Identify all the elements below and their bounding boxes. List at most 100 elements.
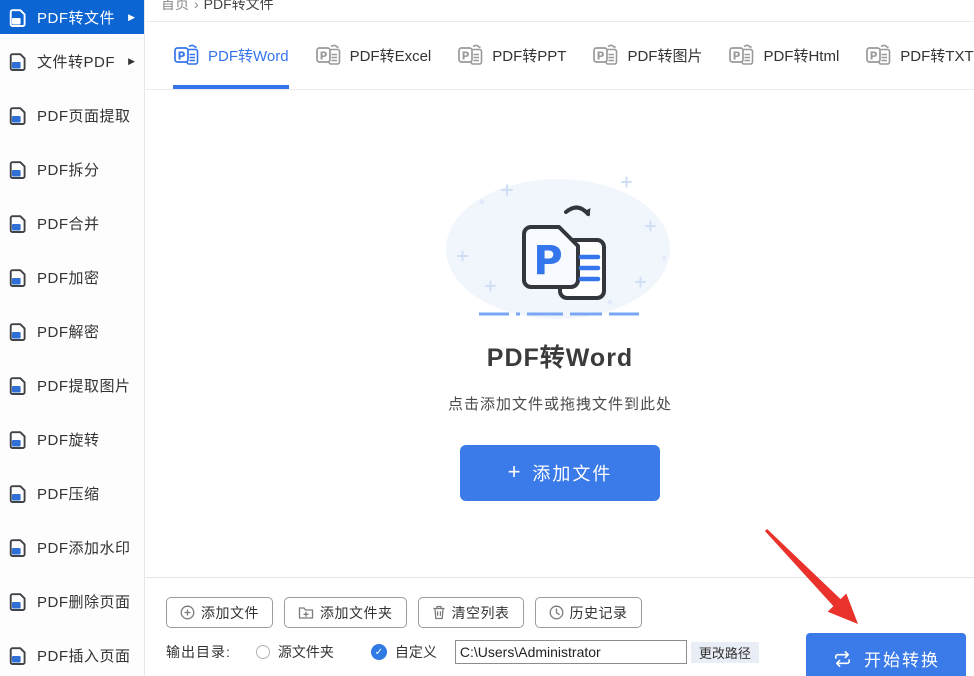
change-path-button[interactable]: 更改路径 bbox=[691, 642, 759, 663]
file-drop-zone[interactable]: P PDF转Word 点击添加文件或拖拽文件到此处 + 添加文件 bbox=[146, 90, 974, 578]
sidebar-item-label: 文件转PDF bbox=[37, 51, 115, 72]
sidebar-item-pdf-encrypt[interactable]: PDF加密 bbox=[0, 250, 144, 304]
output-dir-label: 输出目录: bbox=[166, 642, 231, 662]
sidebar-item-label: PDF加密 bbox=[37, 267, 100, 288]
sidebar-item-pdf-to-file[interactable]: PDF转文件 ▶ bbox=[0, 0, 144, 34]
tab-bar: PPDF转Word PPDF转Excel PPDF转PPT PPDF转图片 PP… bbox=[146, 22, 974, 90]
sidebar-item-pdf-decrypt[interactable]: PDF解密 bbox=[0, 304, 144, 358]
sidebar-item-pdf-insert-pages[interactable]: PDF插入页面 bbox=[0, 628, 144, 676]
radio-custom-path-label: 自定义 bbox=[395, 642, 437, 662]
pdf-delete-pages-icon bbox=[8, 591, 29, 612]
pdf-to-ppt-icon: P bbox=[457, 43, 485, 68]
radio-source-folder-label: 源文件夹 bbox=[278, 642, 334, 662]
file-toolbar: 添加文件 添加文件夹 清空列表历史记录 bbox=[166, 597, 974, 628]
add-folder-button[interactable]: 添加文件夹 bbox=[284, 597, 407, 628]
pdf-to-image-icon: P bbox=[592, 43, 620, 68]
circle-plus-icon bbox=[180, 605, 195, 620]
tab-pdf-to-image[interactable]: P PDF转图片 bbox=[592, 22, 702, 89]
pdf-encrypt-icon bbox=[8, 267, 29, 288]
sidebar-item-label: PDF旋转 bbox=[37, 429, 100, 450]
page-title: PDF转Word bbox=[487, 338, 633, 374]
breadcrumb-separator-icon: › bbox=[194, 0, 199, 12]
output-path-input[interactable] bbox=[455, 640, 687, 664]
sidebar-item-label: PDF拆分 bbox=[37, 159, 100, 180]
tab-pdf-to-html[interactable]: P PDF转Html bbox=[728, 22, 839, 89]
dashed-divider bbox=[479, 312, 641, 316]
tab-label: PDF转Word bbox=[208, 45, 289, 66]
sidebar-item-pdf-rotate[interactable]: PDF旋转 bbox=[0, 412, 144, 466]
file-to-pdf-icon bbox=[8, 51, 29, 72]
tab-label: PDF转TXT bbox=[900, 45, 973, 66]
radio-unchecked-icon bbox=[256, 645, 270, 659]
tab-pdf-to-word[interactable]: P PDF转Word bbox=[173, 22, 289, 89]
pdf-watermark-icon bbox=[8, 537, 29, 558]
sidebar-item-label: PDF合并 bbox=[37, 213, 100, 234]
tool-button-label: 添加文件夹 bbox=[320, 603, 393, 623]
sidebar-item-label: PDF提取图片 bbox=[37, 375, 131, 396]
add-files-button-label: 添加文件 bbox=[532, 460, 612, 486]
sidebar-item-label: PDF页面提取 bbox=[37, 105, 131, 126]
radio-checked-icon: ✓ bbox=[371, 644, 387, 660]
radio-source-folder[interactable]: 源文件夹 bbox=[256, 642, 334, 662]
svg-text:P: P bbox=[870, 51, 878, 63]
tab-label: PDF转图片 bbox=[627, 45, 702, 66]
sidebar-item-label: PDF转文件 bbox=[37, 7, 115, 28]
sidebar-item-file-to-pdf[interactable]: 文件转PDF ▶ bbox=[0, 34, 144, 88]
breadcrumb-current: PDF转文件 bbox=[204, 0, 274, 14]
tab-label: PDF转PPT bbox=[492, 45, 566, 66]
sidebar: PDF转文件 ▶ 文件转PDF ▶ PDF页面提取 PDF拆分 PDF合并 PDF加… bbox=[0, 0, 145, 676]
radio-custom-path[interactable]: ✓ 自定义 bbox=[371, 642, 437, 662]
start-convert-label: 开始转换 bbox=[864, 646, 940, 671]
svg-text:P: P bbox=[319, 51, 327, 63]
svg-text:P: P bbox=[733, 51, 741, 63]
pdf-to-word-icon: P bbox=[173, 43, 201, 68]
pdf-to-txt-icon: P bbox=[865, 43, 893, 68]
add-files-button[interactable]: + 添加文件 bbox=[460, 445, 660, 501]
sidebar-item-pdf-watermark[interactable]: PDF添加水印 bbox=[0, 520, 144, 574]
pdf-rotate-icon bbox=[8, 429, 29, 450]
svg-text:P: P bbox=[178, 51, 186, 63]
pdf-split-icon bbox=[8, 159, 29, 180]
pdf-decrypt-icon bbox=[8, 321, 29, 342]
drop-hint-text: 点击添加文件或拖拽文件到此处 bbox=[448, 393, 672, 414]
sidebar-item-pdf-merge[interactable]: PDF合并 bbox=[0, 196, 144, 250]
tab-pdf-to-ppt[interactable]: P PDF转PPT bbox=[457, 22, 566, 89]
pdf-to-excel-icon: P bbox=[315, 43, 343, 68]
sidebar-item-pdf-compress[interactable]: PDF压缩 bbox=[0, 466, 144, 520]
pdf-extract-image-icon bbox=[8, 375, 29, 396]
tab-label: PDF转Html bbox=[763, 45, 839, 66]
folder-plus-icon bbox=[298, 606, 314, 620]
trash-icon bbox=[432, 605, 446, 620]
tab-pdf-to-excel[interactable]: P PDF转Excel bbox=[315, 22, 432, 89]
sidebar-item-label: PDF解密 bbox=[37, 321, 100, 342]
sidebar-item-pdf-extract-image[interactable]: PDF提取图片 bbox=[0, 358, 144, 412]
tab-pdf-to-txt[interactable]: P PDF转TXT bbox=[865, 22, 973, 89]
pdf-merge-icon bbox=[8, 213, 29, 234]
sidebar-item-label: PDF插入页面 bbox=[37, 645, 131, 666]
sidebar-item-pdf-page-extract[interactable]: PDF页面提取 bbox=[0, 88, 144, 142]
pdf-insert-pages-icon bbox=[8, 645, 29, 666]
pdf-to-file-icon bbox=[8, 7, 29, 28]
clear-list-button[interactable]: 清空列表 bbox=[418, 597, 524, 628]
convert-loop-icon bbox=[832, 650, 853, 668]
content-area: 首页 › PDF转文件 P PDF转Word P PDF转Excel P PDF转PP… bbox=[146, 0, 974, 676]
submenu-arrow-icon: ▶ bbox=[128, 12, 135, 23]
start-convert-button[interactable]: 开始转换 bbox=[806, 633, 966, 676]
clock-icon bbox=[549, 605, 564, 620]
app-window: PDF转文件 ▶ 文件转PDF ▶ PDF页面提取 PDF拆分 PDF合并 PDF加… bbox=[0, 0, 974, 676]
svg-text:P: P bbox=[533, 238, 562, 284]
submenu-arrow-icon: ▶ bbox=[128, 56, 135, 67]
pdf-to-html-icon: P bbox=[728, 43, 756, 68]
history-button[interactable]: 历史记录 bbox=[535, 597, 642, 628]
svg-text:P: P bbox=[462, 51, 470, 63]
sidebar-item-label: PDF添加水印 bbox=[37, 537, 131, 558]
sidebar-item-pdf-delete-pages[interactable]: PDF删除页面 bbox=[0, 574, 144, 628]
svg-text:P: P bbox=[597, 51, 605, 63]
breadcrumb-home[interactable]: 首页 bbox=[161, 0, 189, 14]
tab-label: PDF转Excel bbox=[350, 45, 432, 66]
breadcrumb: 首页 › PDF转文件 bbox=[146, 0, 974, 22]
add-files-button[interactable]: 添加文件 bbox=[166, 597, 273, 628]
pdf-page-extract-icon bbox=[8, 105, 29, 126]
sidebar-item-label: PDF压缩 bbox=[37, 483, 100, 504]
sidebar-item-pdf-split[interactable]: PDF拆分 bbox=[0, 142, 144, 196]
